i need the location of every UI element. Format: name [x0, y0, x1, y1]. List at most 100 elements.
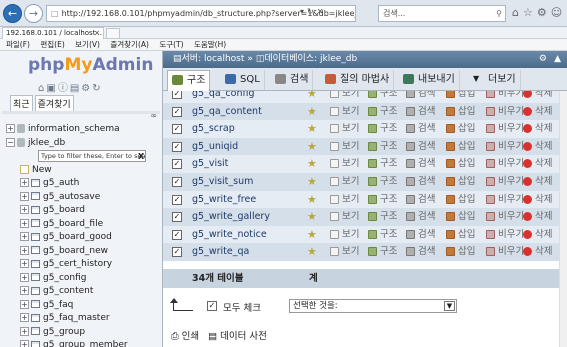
- menu-view[interactable]: 보기(V): [75, 40, 100, 49]
- favorite-star-icon[interactable]: ★: [307, 173, 317, 191]
- breadcrumb-database[interactable]: 데이터베이스: jklee_db: [264, 54, 357, 64]
- sidebar-table-item[interactable]: + g5_board_new: [6, 245, 162, 259]
- drop-link[interactable]: 삭제: [523, 120, 552, 138]
- expand-icon[interactable]: +: [20, 259, 29, 268]
- browse-link[interactable]: 보기: [330, 173, 359, 191]
- expand-icon[interactable]: +: [20, 218, 29, 228]
- browse-link[interactable]: 보기: [330, 191, 359, 209]
- tree-item-information-schema[interactable]: + information_schema: [6, 123, 162, 137]
- breadcrumb-server[interactable]: 서버: localhost: [182, 54, 245, 64]
- search-icon[interactable]: ⚲: [496, 6, 502, 21]
- table-name-link[interactable]: g5_visit_sum: [192, 173, 253, 191]
- menu-tools[interactable]: 도구(T): [159, 40, 183, 49]
- search-link[interactable]: 검색: [406, 138, 435, 156]
- insert-link[interactable]: 삽입: [446, 103, 475, 121]
- insert-link[interactable]: 삽입: [446, 138, 475, 156]
- structure-link[interactable]: 구조: [368, 91, 397, 103]
- table-filter-input[interactable]: Type to filter these, Enter to search: [38, 150, 146, 162]
- browser-tab[interactable]: 192.168.0.101 / localhost ... ×: [2, 27, 104, 39]
- drop-link[interactable]: 삭제: [523, 173, 552, 191]
- empty-link[interactable]: 비우기: [486, 91, 524, 103]
- expand-icon[interactable]: +: [20, 178, 29, 187]
- empty-link[interactable]: 비우기: [486, 103, 524, 121]
- favorite-star-icon[interactable]: ★: [307, 138, 317, 156]
- structure-link[interactable]: 구조: [368, 173, 397, 191]
- row-checkbox[interactable]: ✓: [172, 177, 182, 187]
- structure-link[interactable]: 구조: [368, 191, 397, 209]
- table-name-link[interactable]: g5_write_qa: [192, 243, 249, 261]
- check-all-label[interactable]: 모두 체크: [223, 300, 261, 314]
- settings-icon[interactable]: ⚙: [81, 83, 92, 94]
- sidebar-table-item[interactable]: + g5_cert_history: [6, 258, 162, 272]
- tab-more[interactable]: ▼ 더보기: [469, 70, 521, 90]
- sidebar-table-item[interactable]: + g5_board_file: [6, 218, 162, 232]
- insert-link[interactable]: 삽입: [446, 120, 475, 138]
- row-checkbox[interactable]: ✓: [172, 229, 182, 240]
- empty-link[interactable]: 비우기: [486, 138, 524, 156]
- close-tab-icon[interactable]: ×: [94, 28, 100, 39]
- phpmyadmin-logo[interactable]: phpMyAdmin: [28, 55, 153, 75]
- menu-file[interactable]: 파일(F): [6, 40, 30, 49]
- search-link[interactable]: 검색: [406, 103, 435, 121]
- favorite-star-icon[interactable]: ★: [307, 226, 317, 244]
- favorite-star-icon[interactable]: ★: [307, 155, 317, 173]
- menu-help[interactable]: 도움말(H): [194, 40, 226, 49]
- insert-link[interactable]: 삽입: [446, 226, 475, 244]
- insert-link[interactable]: 삽입: [446, 191, 475, 209]
- insert-link[interactable]: 삽입: [446, 91, 475, 103]
- table-name-link[interactable]: g5_qa_config: [192, 91, 255, 103]
- browse-link[interactable]: 보기: [330, 226, 359, 244]
- favorites-tab[interactable]: 즐겨찾기: [34, 95, 74, 112]
- tab-sql[interactable]: SQL: [221, 70, 265, 90]
- table-name-link[interactable]: g5_scrap: [192, 120, 235, 138]
- expand-icon[interactable]: +: [20, 272, 29, 282]
- menu-edit[interactable]: 편집(E): [40, 40, 64, 49]
- sidebar-table-item[interactable]: + g5_faq: [6, 299, 162, 313]
- empty-link[interactable]: 비우기: [486, 120, 524, 138]
- browse-link[interactable]: 보기: [330, 103, 359, 121]
- tree-item-new[interactable]: New: [6, 164, 162, 178]
- row-checkbox[interactable]: ✓: [172, 106, 182, 117]
- row-checkbox[interactable]: ✓: [172, 141, 182, 152]
- collapse-link-icon[interactable]: ∞: [150, 111, 157, 120]
- structure-link[interactable]: 구조: [368, 138, 397, 156]
- empty-link[interactable]: 비우기: [486, 226, 524, 244]
- table-name-link[interactable]: g5_write_notice: [192, 226, 267, 244]
- expand-icon[interactable]: +: [20, 205, 29, 214]
- table-name-link[interactable]: g5_visit: [192, 155, 228, 173]
- insert-link[interactable]: 삽입: [446, 173, 475, 191]
- structure-link[interactable]: 구조: [368, 208, 397, 226]
- row-checkbox[interactable]: ✓: [172, 194, 182, 205]
- favorite-star-icon[interactable]: ★: [307, 120, 317, 138]
- back-button[interactable]: ←: [3, 4, 22, 23]
- structure-link[interactable]: 구조: [368, 103, 397, 121]
- chevron-down-icon[interactable]: ▼: [444, 301, 455, 311]
- row-checkbox[interactable]: ✓: [172, 124, 182, 135]
- sidebar-table-item[interactable]: + g5_board: [6, 204, 162, 218]
- browse-link[interactable]: 보기: [330, 243, 359, 261]
- clear-filter-button[interactable]: X: [138, 150, 144, 164]
- structure-link[interactable]: 구조: [368, 120, 397, 138]
- drop-link[interactable]: 삭제: [523, 208, 552, 226]
- menu-favorites[interactable]: 즐겨찾기(A): [110, 40, 149, 49]
- table-name-link[interactable]: g5_write_gallery: [192, 208, 270, 226]
- search-link[interactable]: 검색: [406, 91, 435, 103]
- sidebar-table-item[interactable]: + g5_group: [6, 326, 162, 340]
- browser-search-input[interactable]: 검색... ⚲: [378, 5, 506, 22]
- row-checkbox[interactable]: ✓: [172, 212, 182, 223]
- structure-link[interactable]: 구조: [368, 243, 397, 261]
- sidebar-table-item[interactable]: + g5_board_good: [6, 231, 162, 245]
- search-link[interactable]: 검색: [406, 243, 435, 261]
- expand-icon[interactable]: +: [20, 245, 29, 255]
- check-all-checkbox[interactable]: ✓: [207, 301, 217, 311]
- expand-icon[interactable]: +: [20, 191, 29, 201]
- expand-icon[interactable]: +: [20, 299, 29, 309]
- sidebar-table-item[interactable]: + g5_auth: [6, 177, 162, 191]
- search-link[interactable]: 검색: [406, 226, 435, 244]
- reload-icon[interactable]: ↻: [92, 83, 102, 94]
- insert-link[interactable]: 삽입: [446, 208, 475, 226]
- favorite-star-icon[interactable]: ★: [307, 243, 317, 261]
- expand-icon[interactable]: +: [20, 326, 29, 336]
- expand-icon[interactable]: +: [20, 313, 29, 322]
- smiley-icon[interactable]: ☺: [551, 6, 566, 19]
